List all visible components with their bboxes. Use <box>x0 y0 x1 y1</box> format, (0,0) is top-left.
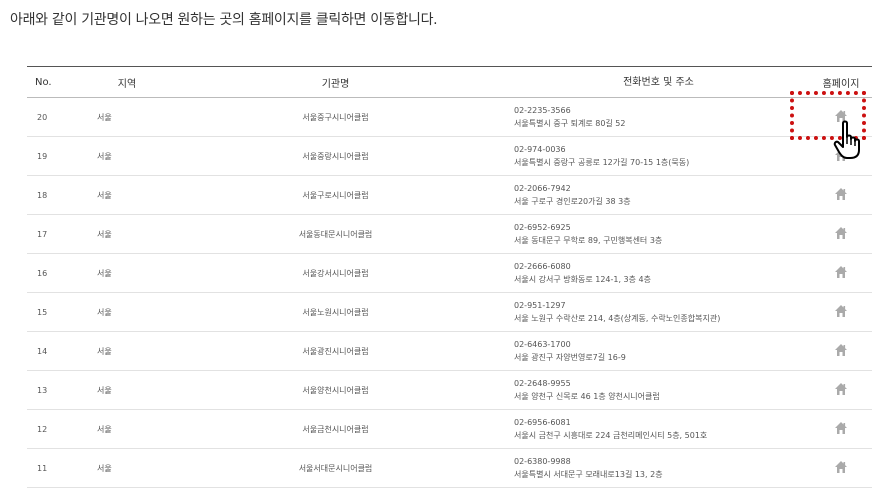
row-contact: 02-951-1297 서울 노원구 수락산로 214, 4층(상계동, 수락노인… <box>514 292 803 332</box>
row-homepage[interactable] <box>803 214 872 254</box>
row-no: 17 <box>27 214 89 254</box>
row-institution-name: 서울중랑시니어클럽 <box>157 136 514 176</box>
row-institution-name: 서울서대문시니어클럽 <box>157 448 514 488</box>
row-contact: 02-6380-9988 서울특별시 서대문구 모래내로13길 13, 2층 <box>514 448 803 488</box>
row-region: 서울 <box>89 253 157 293</box>
row-institution-name: 서울광진시니어클럽 <box>157 331 514 371</box>
row-no: 15 <box>27 292 89 332</box>
row-address: 서울 광진구 자양번영로7길 16-9 <box>514 353 626 362</box>
row-homepage[interactable] <box>803 253 872 293</box>
table-row: 18 서울 서울구로시니어클럽 02-2066-7942 서울 구로구 경인로20가길 … <box>27 175 872 215</box>
table-header-row: No. 지역 기관명 전화번호 및 주소 홈페이지 <box>27 66 872 98</box>
table-row: 20 서울 서울중구시니어클럽 02-2235-3566 서울특별시 중구 퇴계로 80… <box>27 97 872 137</box>
row-region: 서울 <box>89 97 157 137</box>
row-phone: 02-2235-3566 <box>514 106 571 115</box>
row-region: 서울 <box>89 409 157 449</box>
header-contact: 전화번호 및 주소 <box>514 66 803 98</box>
row-no: 19 <box>27 136 89 176</box>
row-region: 서울 <box>89 292 157 332</box>
row-contact: 02-974-0036 서울특별시 중랑구 공릉로 12가길 70-15 1층(묵… <box>514 136 803 176</box>
row-region: 서울 <box>89 331 157 371</box>
row-no: 20 <box>27 97 89 137</box>
row-no: 14 <box>27 331 89 371</box>
row-no: 13 <box>27 370 89 410</box>
row-contact: 02-2666-6080 서울시 강서구 방화동로 124-1, 3층 4층 <box>514 253 803 293</box>
row-phone: 02-6380-9988 <box>514 457 571 466</box>
row-homepage[interactable] <box>803 331 872 371</box>
row-address: 서울특별시 중구 퇴계로 80길 52 <box>514 119 626 128</box>
header-region: 지역 <box>89 66 157 98</box>
table-row: 19 서울 서울중랑시니어클럽 02-974-0036 서울특별시 중랑구 공릉로 12… <box>27 136 872 176</box>
row-region: 서울 <box>89 136 157 176</box>
home-icon[interactable] <box>834 304 848 318</box>
row-phone: 02-2066-7942 <box>514 184 571 193</box>
row-institution-name: 서울구로시니어클럽 <box>157 175 514 215</box>
row-region: 서울 <box>89 370 157 410</box>
row-no: 11 <box>27 448 89 488</box>
row-address: 서울 동대문구 무학로 89, 구민행복센터 3층 <box>514 236 663 245</box>
pointing-hand-cursor-icon <box>832 120 866 160</box>
row-phone: 02-2666-6080 <box>514 262 571 271</box>
row-no: 18 <box>27 175 89 215</box>
home-icon[interactable] <box>834 226 848 240</box>
intro-text: 아래와 같이 기관명이 나오면 원하는 곳의 홈페이지를 클릭하면 이동합니다. <box>10 12 438 28</box>
row-phone: 02-6463-1700 <box>514 340 571 349</box>
row-homepage[interactable] <box>803 448 872 488</box>
row-region: 서울 <box>89 175 157 215</box>
row-contact: 02-6463-1700 서울 광진구 자양번영로7길 16-9 <box>514 331 803 371</box>
home-icon[interactable] <box>834 343 848 357</box>
table-row: 13 서울 서울양천시니어클럽 02-2648-9955 서울 양천구 신목로 46 1… <box>27 370 872 410</box>
table-row: 17 서울 서울동대문시니어클럽 02-6952-6925 서울 동대문구 무학로 89… <box>27 214 872 254</box>
home-icon[interactable] <box>834 265 848 279</box>
table-row: 15 서울 서울노원시니어클럽 02-951-1297 서울 노원구 수락산로 214,… <box>27 292 872 332</box>
row-phone: 02-974-0036 <box>514 145 566 154</box>
table-row: 14 서울 서울광진시니어클럽 02-6463-1700 서울 광진구 자양번영로7길 … <box>27 331 872 371</box>
row-contact: 02-6956-6081 서울시 금천구 시흥대로 224 금천리메인시티 5층,… <box>514 409 803 449</box>
row-institution-name: 서울양천시니어클럽 <box>157 370 514 410</box>
row-homepage[interactable] <box>803 370 872 410</box>
row-contact: 02-2066-7942 서울 구로구 경인로20가길 38 3층 <box>514 175 803 215</box>
row-address: 서울 양천구 신목로 46 1층 양천시니어클럽 <box>514 392 660 401</box>
row-address: 서울시 강서구 방화동로 124-1, 3층 4층 <box>514 275 652 284</box>
row-address: 서울특별시 중랑구 공릉로 12가길 70-15 1층(묵동) <box>514 158 690 167</box>
row-contact: 02-6952-6925 서울 동대문구 무학로 89, 구민행복센터 3층 <box>514 214 803 254</box>
row-address: 서울특별시 서대문구 모래내로13길 13, 2층 <box>514 470 663 479</box>
row-no: 12 <box>27 409 89 449</box>
row-homepage[interactable] <box>803 175 872 215</box>
row-no: 16 <box>27 253 89 293</box>
row-institution-name: 서울중구시니어클럽 <box>157 97 514 137</box>
row-institution-name: 서울동대문시니어클럽 <box>157 214 514 254</box>
row-region: 서울 <box>89 214 157 254</box>
institution-table: No. 지역 기관명 전화번호 및 주소 홈페이지 20 서울 서울중구시니어클럽 0… <box>27 66 872 488</box>
row-contact: 02-2648-9955 서울 양천구 신목로 46 1층 양천시니어클럽 <box>514 370 803 410</box>
row-contact: 02-2235-3566 서울특별시 중구 퇴계로 80길 52 <box>514 97 803 137</box>
home-icon[interactable] <box>834 460 848 474</box>
row-homepage[interactable] <box>803 292 872 332</box>
row-phone: 02-6956-6081 <box>514 418 571 427</box>
row-phone: 02-951-1297 <box>514 301 566 310</box>
home-icon[interactable] <box>834 382 848 396</box>
header-no: No. <box>27 66 89 98</box>
home-icon[interactable] <box>834 421 848 435</box>
row-institution-name: 서울강서시니어클럽 <box>157 253 514 293</box>
row-institution-name: 서울노원시니어클럽 <box>157 292 514 332</box>
table-row: 11 서울 서울서대문시니어클럽 02-6380-9988 서울특별시 서대문구 모래내… <box>27 448 872 488</box>
row-address: 서울 구로구 경인로20가길 38 3층 <box>514 197 631 206</box>
header-name: 기관명 <box>157 66 514 98</box>
row-phone: 02-6952-6925 <box>514 223 571 232</box>
row-region: 서울 <box>89 448 157 488</box>
row-institution-name: 서울금천시니어클럽 <box>157 409 514 449</box>
table-row: 12 서울 서울금천시니어클럽 02-6956-6081 서울시 금천구 시흥대로 22… <box>27 409 872 449</box>
home-icon[interactable] <box>834 187 848 201</box>
row-address: 서울 노원구 수락산로 214, 4층(상계동, 수락노인종합복지관) <box>514 314 721 323</box>
row-address: 서울시 금천구 시흥대로 224 금천리메인시티 5층, 501호 <box>514 431 708 440</box>
row-homepage[interactable] <box>803 409 872 449</box>
table-body: 20 서울 서울중구시니어클럽 02-2235-3566 서울특별시 중구 퇴계로 80… <box>27 97 872 488</box>
row-phone: 02-2648-9955 <box>514 379 571 388</box>
table-row: 16 서울 서울강서시니어클럽 02-2666-6080 서울시 강서구 방화동로 12… <box>27 253 872 293</box>
